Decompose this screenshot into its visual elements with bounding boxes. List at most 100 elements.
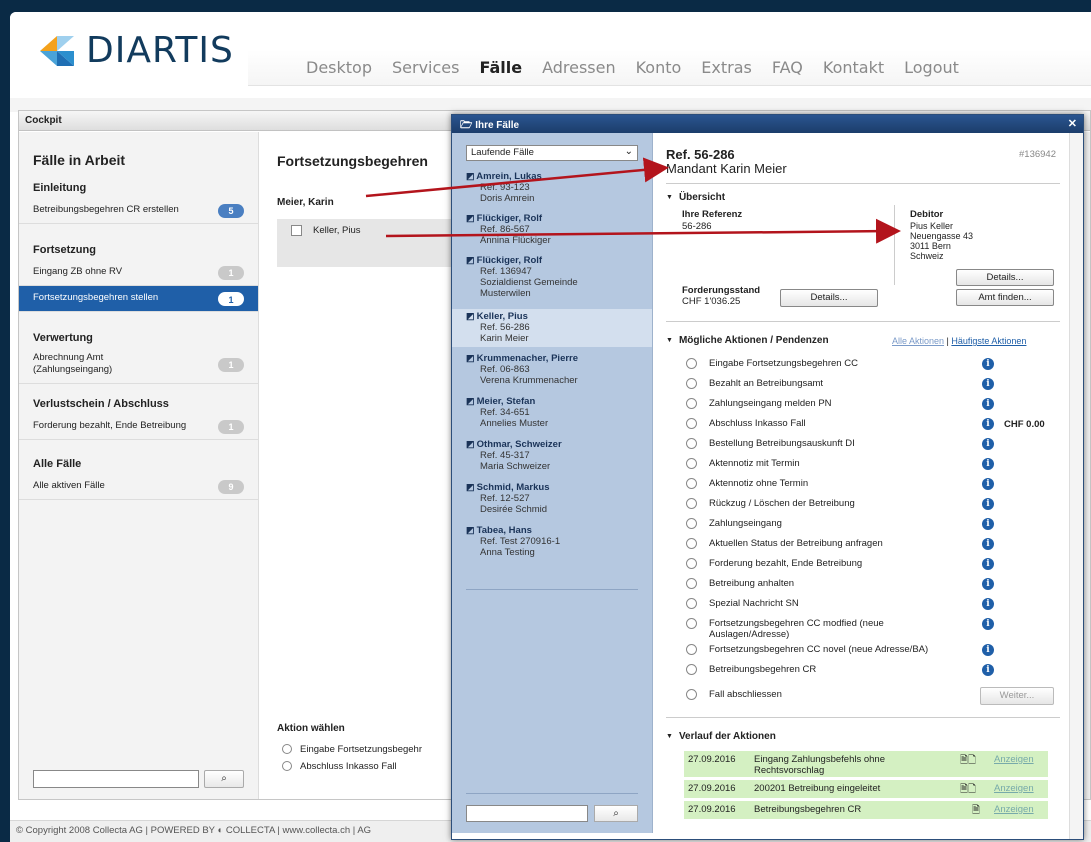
weiter-button[interactable]: Weiter... — [980, 687, 1054, 705]
radio-button[interactable] — [686, 598, 697, 609]
action-item[interactable]: Betreibungsbegehren CR — [686, 664, 816, 675]
radio-button[interactable] — [686, 689, 697, 700]
radio-button[interactable] — [686, 398, 697, 409]
debitor-details-button[interactable]: Details... — [956, 269, 1054, 286]
case-item[interactable]: ◩ Krummenacher, Pierre Ref. 06-863 Veren… — [466, 353, 646, 386]
history-show-link[interactable]: Anzeigen — [994, 783, 1034, 794]
case-item[interactable]: ◩ Othmar, Schweizer Ref. 45-317 Maria Sc… — [466, 439, 646, 472]
action-item[interactable]: Fall abschliessen — [686, 689, 782, 700]
forderung-details-button[interactable]: Details... — [780, 289, 878, 307]
history-show-link[interactable]: Anzeigen — [994, 804, 1034, 815]
info-icon[interactable]: i — [982, 618, 994, 630]
info-icon[interactable]: i — [982, 458, 994, 470]
amt-finden-button[interactable]: Amt finden... — [956, 289, 1054, 306]
all-actions-link[interactable]: Alle Aktionen — [892, 336, 944, 346]
radio-button[interactable] — [686, 538, 697, 549]
action-item[interactable]: Spezial Nachricht SN — [686, 598, 799, 609]
actions-section-title[interactable]: Mögliche Aktionen / Pendenzen — [666, 335, 829, 346]
radio-button[interactable] — [686, 558, 697, 569]
radio-button[interactable] — [686, 458, 697, 469]
case-item-selected[interactable]: ◩ Keller, Pius Ref. 56-286 Karin Meier — [466, 311, 646, 344]
radio-button[interactable] — [686, 438, 697, 449]
document-icon[interactable]: 🗎 — [972, 803, 980, 820]
dialog-scrollbar[interactable] — [1069, 133, 1083, 839]
radio-button[interactable] — [686, 518, 697, 529]
info-icon[interactable]: i — [982, 644, 994, 656]
sidebar-item-betreibungsbegehren[interactable]: Betreibungsbegehren CR erstellen 5 — [19, 198, 258, 224]
sidebar-item-abrechnung[interactable]: Abrechnung Amt (Zahlungseingang) 1 — [19, 348, 258, 384]
aktion-option[interactable]: Eingabe Fortsetzungsbegehr — [282, 744, 422, 755]
info-icon[interactable]: i — [982, 518, 994, 530]
action-item[interactable]: Zahlungseingang melden PN — [686, 398, 832, 409]
info-icon[interactable]: i — [982, 578, 994, 590]
nav-logout[interactable]: Logout — [904, 58, 959, 77]
info-icon[interactable]: i — [982, 598, 994, 610]
info-icon[interactable]: i — [982, 478, 994, 490]
case-item[interactable]: ◩ Flückiger, Rolf Ref. 136947 Sozialdien… — [466, 255, 646, 299]
case-item[interactable]: ◩ Tabea, Hans Ref. Test 270916-1 Anna Te… — [466, 525, 646, 558]
radio-button[interactable] — [686, 478, 697, 489]
case-item[interactable]: ◩ Meier, Stefan Ref. 34-651 Annelies Mus… — [466, 396, 646, 429]
sidebar-item-forderung-bezahlt[interactable]: Forderung bezahlt, Ende Betreibung 1 — [19, 414, 258, 440]
nav-kontakt[interactable]: Kontakt — [823, 58, 884, 77]
info-icon[interactable]: i — [982, 558, 994, 570]
case-item[interactable]: ◩ Amrein, Lukas Ref. 93-123 Doris Amrein — [466, 171, 646, 204]
action-item[interactable]: Fortsetzungsbegehren CC modfied (neue Aus… — [686, 618, 884, 640]
action-item[interactable]: Bestellung Betreibungsauskunft DI — [686, 438, 855, 449]
action-item[interactable]: Aktennotiz ohne Termin — [686, 478, 808, 489]
info-icon[interactable]: i — [982, 358, 994, 370]
case-item[interactable]: ◩ Schmid, Markus Ref. 12-527 Desirée Sch… — [466, 482, 646, 515]
row-checkbox[interactable] — [291, 225, 302, 236]
nav-konto[interactable]: Konto — [636, 58, 682, 77]
sidebar-item-alle-aktiven[interactable]: Alle aktiven Fälle 9 — [19, 474, 258, 500]
cases-search-input[interactable] — [466, 805, 588, 822]
sidebar-search-input[interactable] — [33, 770, 199, 788]
action-item[interactable]: Aktuellen Status der Betreibung anfragen — [686, 538, 883, 549]
nav-faq[interactable]: FAQ — [772, 58, 803, 77]
action-item[interactable]: Zahlungseingang — [686, 518, 782, 529]
close-icon[interactable]: ✕ — [1068, 117, 1077, 130]
action-item[interactable]: Bezahlt an Betreibungsamt — [686, 378, 823, 389]
radio-button[interactable] — [686, 378, 697, 389]
radio-button[interactable] — [686, 498, 697, 509]
action-item[interactable]: Rückzug / Löschen der Betreibung — [686, 498, 855, 509]
radio-button[interactable] — [282, 744, 292, 755]
info-icon[interactable]: i — [982, 378, 994, 390]
radio-button[interactable] — [282, 761, 292, 772]
info-icon[interactable]: i — [982, 398, 994, 410]
nav-desktop[interactable]: Desktop — [306, 58, 372, 77]
case-filter-select[interactable]: Laufende Fälle ⌄ — [466, 145, 638, 161]
radio-button[interactable] — [686, 578, 697, 589]
sidebar-item-fortsetzungsbegehren[interactable]: Fortsetzungsbegehren stellen 1 — [19, 286, 258, 312]
top-actions-link[interactable]: Häufigste Aktionen — [951, 336, 1026, 346]
nav-faelle[interactable]: Fälle — [479, 58, 522, 77]
info-icon[interactable]: i — [982, 418, 994, 430]
radio-button[interactable] — [686, 664, 697, 675]
sidebar-item-eingang-zb[interactable]: Eingang ZB ohne RV 1 — [19, 260, 258, 286]
radio-button[interactable] — [686, 618, 697, 629]
radio-button[interactable] — [686, 418, 697, 429]
history-section-title[interactable]: Verlauf der Aktionen — [666, 731, 776, 742]
nav-services[interactable]: Services — [392, 58, 459, 77]
nav-extras[interactable]: Extras — [701, 58, 752, 77]
dialog-titlebar[interactable]: 🗁 Ihre Fälle ✕ — [452, 115, 1083, 133]
info-icon[interactable]: i — [982, 664, 994, 676]
radio-button[interactable] — [686, 358, 697, 369]
document-icon[interactable]: 🗎🗋 — [960, 782, 976, 799]
info-icon[interactable]: i — [982, 498, 994, 510]
overview-section-title[interactable]: Übersicht — [666, 192, 725, 203]
action-item[interactable]: Forderung bezahlt, Ende Betreibung — [686, 558, 862, 569]
radio-button[interactable] — [686, 644, 697, 655]
sidebar-search-button[interactable]: ⌕ — [204, 770, 244, 788]
action-item[interactable]: Abschluss Inkasso Fall — [686, 418, 806, 429]
action-item[interactable]: Fortsetzungsbegehren CC novel (neue Adre… — [686, 644, 928, 655]
aktion-option[interactable]: Abschluss Inkasso Fall — [282, 761, 397, 772]
logo[interactable]: DIARTIS — [38, 30, 234, 71]
nav-adressen[interactable]: Adressen — [542, 58, 616, 77]
action-item[interactable]: Betreibung anhalten — [686, 578, 794, 589]
document-icon[interactable]: 🗎🗋 — [960, 753, 976, 770]
action-item[interactable]: Eingabe Fortsetzungsbegehren CC — [686, 358, 858, 369]
history-show-link[interactable]: Anzeigen — [994, 754, 1034, 765]
action-item[interactable]: Aktennotiz mit Termin — [686, 458, 800, 469]
info-icon[interactable]: i — [982, 538, 994, 550]
